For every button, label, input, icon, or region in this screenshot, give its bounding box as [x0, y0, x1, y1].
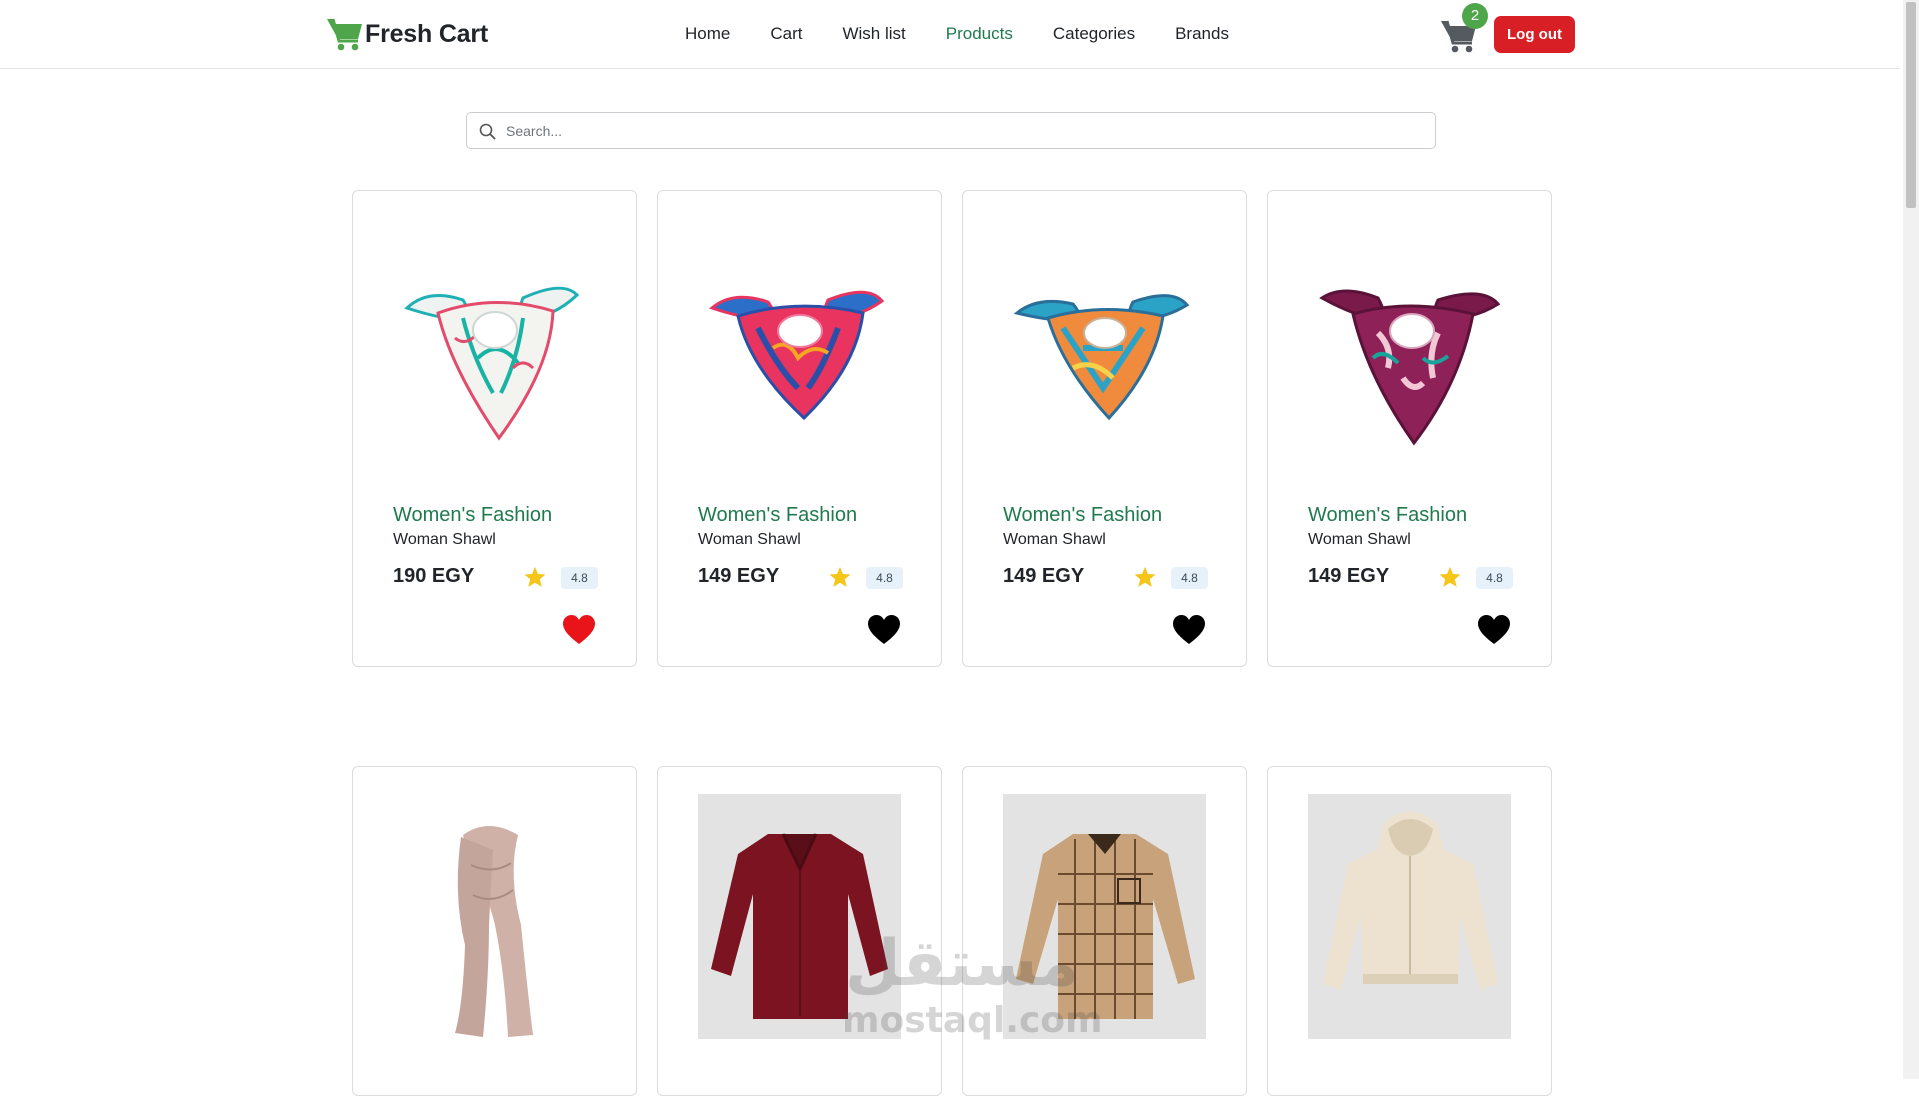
product-category: Women's Fashion	[698, 504, 858, 526]
search-icon	[479, 123, 496, 140]
product-card[interactable]: Women's Fashion Woman Shawl 190 EGY 4.8	[352, 190, 637, 667]
product-category: Women's Fashion	[1003, 504, 1163, 526]
product-image-floral-white-scarf	[404, 286, 580, 441]
nav-link-categories[interactable]: Categories	[1053, 21, 1135, 47]
product-image-pink-blue-scarf	[709, 290, 885, 421]
nav-link-cart[interactable]: Cart	[770, 21, 802, 47]
rating-badge: 4.8	[1476, 567, 1513, 589]
product-card[interactable]	[962, 766, 1247, 1096]
product-image-beige-long-scarf	[455, 826, 533, 1037]
cart-button[interactable]: 2	[1440, 3, 1488, 54]
product-image-plaid-shirt	[1003, 794, 1206, 1039]
product-price: 149 EGY	[1003, 565, 1085, 587]
product-price: 149 EGY	[1308, 565, 1390, 587]
nav-link-products[interactable]: Products	[946, 21, 1013, 47]
product-image-teal-orange-scarf	[1013, 294, 1190, 421]
product-card[interactable]: Women's Fashion Woman Shawl 149 EGY 4.8	[657, 190, 942, 667]
logout-button[interactable]: Log out	[1494, 16, 1575, 53]
nav-links: Home Cart Wish list Products Categories …	[685, 21, 1269, 47]
brand-logo[interactable]: Fresh Cart	[326, 15, 488, 53]
product-title: Woman Shawl	[1308, 531, 1411, 548]
nav-link-brands[interactable]: Brands	[1175, 21, 1229, 47]
product-category: Women's Fashion	[1308, 504, 1468, 526]
brand-name: Fresh Cart	[365, 19, 489, 48]
product-card[interactable]	[1267, 766, 1552, 1096]
search-input[interactable]	[506, 113, 1416, 148]
nav-link-wishlist[interactable]: Wish list	[842, 21, 905, 47]
star-icon	[829, 567, 851, 587]
product-image-burgundy-blouse	[698, 794, 901, 1039]
star-icon	[1134, 567, 1156, 587]
heart-icon[interactable]	[562, 614, 596, 646]
product-card[interactable]: Women's Fashion Woman Shawl 149 EGY 4.8	[962, 190, 1247, 667]
product-card[interactable]: Women's Fashion Woman Shawl 149 EGY 4.8	[1267, 190, 1552, 667]
star-icon	[1439, 567, 1461, 587]
cart-count-badge: 2	[1462, 3, 1488, 29]
product-price: 149 EGY	[698, 565, 780, 587]
rating-badge: 4.8	[1171, 567, 1208, 589]
nav-link-home[interactable]: Home	[685, 21, 730, 47]
rating-badge: 4.8	[561, 567, 598, 589]
rating-badge: 4.8	[866, 567, 903, 589]
search-bar[interactable]	[466, 112, 1436, 149]
product-title: Woman Shawl	[1003, 531, 1106, 548]
product-category: Women's Fashion	[393, 504, 553, 526]
heart-icon[interactable]	[1477, 614, 1511, 646]
cart-icon	[327, 18, 362, 51]
heart-icon[interactable]	[867, 614, 901, 646]
product-image-cream-hoodie	[1308, 794, 1511, 1039]
product-card[interactable]	[657, 766, 942, 1096]
scrollbar-thumb[interactable]	[1906, 2, 1916, 208]
star-icon	[524, 567, 546, 587]
product-price: 190 EGY	[393, 565, 475, 587]
scrollbar[interactable]	[1903, 0, 1919, 1079]
product-title: Woman Shawl	[698, 531, 801, 548]
navbar: Fresh Cart Home Cart Wish list Products …	[0, 0, 1900, 69]
product-card[interactable]	[352, 766, 637, 1096]
heart-icon[interactable]	[1172, 614, 1206, 646]
product-title: Woman Shawl	[393, 531, 496, 548]
product-image-plum-floral-scarf	[1319, 289, 1501, 446]
